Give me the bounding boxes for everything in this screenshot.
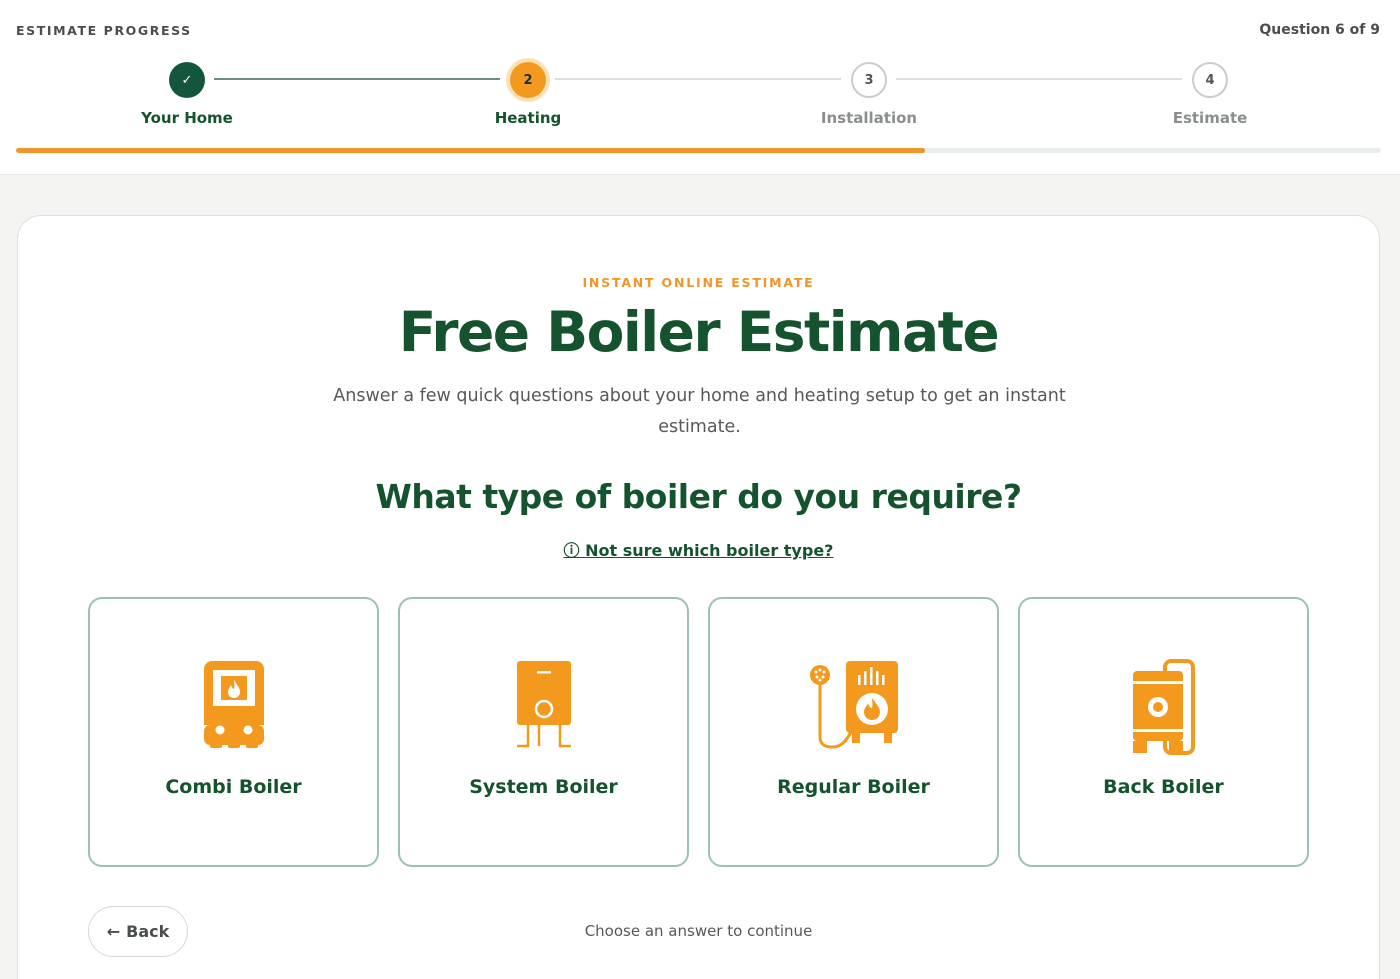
step-heating: 2 Heating: [428, 62, 628, 127]
option-label: Combi Boiler: [165, 776, 302, 798]
step-number: 4: [1192, 62, 1228, 98]
progress-label: ESTIMATE PROGRESS: [16, 23, 192, 38]
option-combi-boiler[interactable]: Combi Boiler: [88, 597, 379, 867]
info-icon: ⓘ: [563, 541, 580, 560]
estimate-card: INSTANT ONLINE ESTIMATE Free Boiler Esti…: [17, 215, 1380, 979]
question-count: Question 6 of 9: [1259, 22, 1380, 38]
step-number: 3: [851, 62, 887, 98]
regular-boiler-icon: [809, 661, 898, 749]
eyebrow-text: INSTANT ONLINE ESTIMATE: [582, 275, 815, 290]
checkmark-icon: ✓: [169, 62, 205, 98]
step-your-home: ✓ Your Home: [87, 62, 287, 127]
option-label: System Boiler: [469, 776, 618, 798]
option-regular-boiler[interactable]: Regular Boiler: [708, 597, 999, 867]
combi-boiler-icon: [203, 661, 264, 748]
step-estimate: 4 Estimate: [1110, 62, 1310, 127]
step-label: Heating: [494, 109, 562, 127]
system-boiler-icon: [516, 661, 571, 748]
boiler-type-help-link[interactable]: ⓘ Not sure which boiler type?: [18, 537, 1379, 561]
progress-header: ESTIMATE PROGRESS Question 6 of 9 ✓ Your…: [0, 0, 1400, 175]
back-boiler-icon: [1132, 659, 1195, 755]
boiler-options: Combi Boiler System Boiler Regular Boile…: [88, 597, 1310, 867]
option-back-boiler[interactable]: Back Boiler: [1018, 597, 1309, 867]
option-label: Regular Boiler: [777, 776, 930, 798]
page-title: Free Boiler Estimate: [398, 300, 1000, 364]
option-system-boiler[interactable]: System Boiler: [398, 597, 689, 867]
step-installation: 3 Installation: [769, 62, 969, 127]
progress-bar: [16, 148, 1381, 153]
step-label: Installation: [820, 109, 918, 127]
page-subtitle: Answer a few quick questions about your …: [333, 386, 1066, 437]
step-number: 2: [510, 62, 546, 98]
option-label: Back Boiler: [1103, 776, 1224, 798]
step-label: Estimate: [1172, 109, 1248, 127]
progress-bar-fill: [16, 148, 926, 153]
question-heading: What type of boiler do you require?: [375, 477, 1022, 516]
step-label: Your Home: [141, 109, 233, 127]
help-link-text: Not sure which boiler type?: [585, 541, 834, 560]
continue-hint: Choose an answer to continue: [584, 922, 813, 940]
